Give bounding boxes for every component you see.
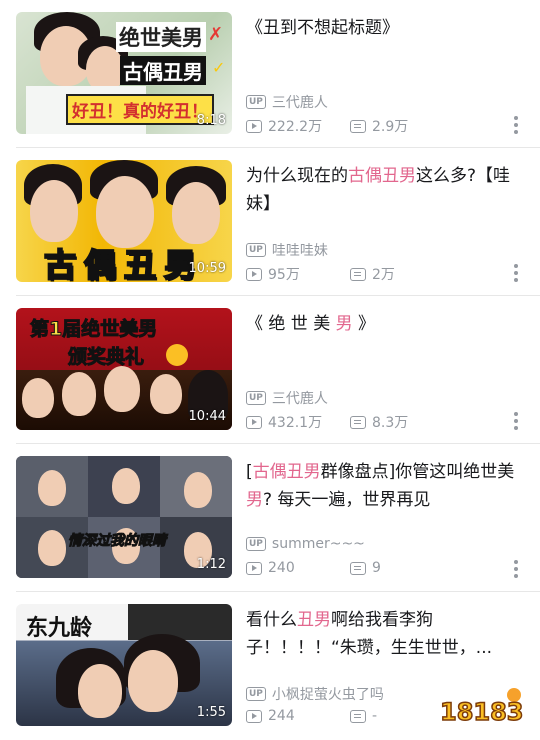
video-thumbnail[interactable]: 古偶丑男 10:59 [16, 160, 232, 282]
play-count-icon [246, 561, 262, 575]
title-text: ? 每天一遍，世界再见 [263, 490, 431, 510]
title-keyword-highlight: 丑男 [297, 610, 331, 630]
title-keyword-highlight: 古偶丑男 [348, 166, 416, 186]
uploader-name: 哇哇哇妹 [271, 243, 328, 259]
stats-row: 95万 2万 [246, 264, 454, 284]
play-count-icon [246, 267, 262, 281]
more-options-icon[interactable] [514, 412, 518, 430]
danmaku-count: 9 [372, 560, 381, 576]
video-thumbnail[interactable]: 第1届绝世美男 颁奖典礼 10:44 [16, 308, 232, 430]
uploader-name: 三代鹿人 [271, 391, 328, 407]
uploader-row[interactable]: UP 三代鹿人 [246, 92, 328, 112]
danmaku-count: 2万 [372, 267, 395, 283]
danmaku-count: 8.3万 [372, 415, 409, 431]
uploader-name: 小枫捉萤火虫了吗 [271, 687, 384, 703]
thumb-caption: 古偶丑男 [43, 245, 205, 282]
danmaku-icon [350, 415, 366, 429]
video-thumbnail[interactable]: 绝世美男 ✗ 古偶丑男 ✓ 好丑！真的好丑！ 8:18 [16, 12, 232, 134]
up-badge-icon: UP [246, 243, 266, 257]
video-card[interactable]: 第1届绝世美男 颁奖典礼 10:44 《 绝 世 美 男 》 UP 三代鹿人 4… [0, 296, 540, 444]
video-title[interactable]: 看什么丑男啊给我看李狗子！！！！“朱瓒，生生世世，... [246, 606, 516, 662]
title-text: 》 [352, 314, 376, 334]
title-keyword-highlight: 男 [246, 490, 263, 510]
up-badge-icon: UP [246, 95, 266, 109]
uploader-name: summer~~~ [271, 536, 365, 552]
view-count: 432.1万 [268, 415, 323, 431]
watermark-text: 18183 [440, 698, 524, 726]
title-text: 为什么现在的 [246, 166, 348, 186]
thumb-caption: 颁奖典礼 [67, 346, 145, 369]
thumb-caption: 第1届绝世美男 [29, 318, 158, 341]
thumb-caption: 情深过我的眼睛 [68, 533, 167, 550]
danmaku-icon [350, 267, 366, 281]
up-badge-icon: UP [246, 687, 266, 701]
danmaku-count: 2.9万 [372, 119, 409, 135]
more-options-icon[interactable] [514, 560, 518, 578]
video-duration: 10:44 [188, 409, 226, 424]
uploader-name: 三代鹿人 [271, 95, 328, 111]
title-text: 《丑到不想起标题》 [246, 18, 399, 38]
title-text: [ [246, 462, 253, 482]
video-title[interactable]: 《丑到不想起标题》 [246, 14, 516, 42]
stats-row: 240 9 [246, 560, 454, 576]
title-text: 《 绝 世 美 [246, 314, 336, 334]
stats-row: 244 - [246, 708, 454, 724]
view-count: 95万 [268, 267, 300, 283]
video-duration: 1:55 [196, 705, 226, 720]
video-thumbnail[interactable]: 东九龄 1:55 [16, 604, 232, 726]
more-options-icon[interactable] [514, 264, 518, 282]
video-title[interactable]: [古偶丑男群像盘点]你管这叫绝世美男? 每天一遍，世界再见 [246, 458, 516, 514]
play-count-icon [246, 415, 262, 429]
video-card[interactable]: 情深过我的眼睛 1:12 [古偶丑男群像盘点]你管这叫绝世美男? 每天一遍，世界… [0, 444, 540, 592]
title-keyword-highlight: 古偶丑男 [252, 462, 321, 482]
video-duration: 1:12 [196, 557, 226, 572]
view-count: 244 [268, 708, 295, 724]
thumb-caption: 东九龄 [26, 615, 93, 641]
play-count-icon [246, 119, 262, 133]
watermark-logo: 18183 [439, 688, 524, 726]
uploader-row[interactable]: UP 三代鹿人 [246, 388, 328, 408]
video-card[interactable]: 绝世美男 ✗ 古偶丑男 ✓ 好丑！真的好丑！ 8:18 《丑到不想起标题》 UP… [0, 0, 540, 148]
thumb-caption: 好丑！真的好丑！ [66, 94, 214, 125]
thumb-caption: 绝世美男 [116, 22, 206, 52]
title-keyword-highlight: 男 [335, 314, 353, 334]
uploader-row[interactable]: UP summer~~~ [246, 536, 365, 552]
view-count: 222.2万 [268, 119, 323, 135]
thumb-caption: 古偶丑男 [120, 56, 206, 85]
uploader-row[interactable]: UP 小枫捉萤火虫了吗 [246, 684, 384, 704]
title-text: 看什么 [246, 610, 297, 630]
view-count: 240 [268, 560, 295, 576]
up-badge-icon: UP [246, 537, 266, 551]
danmaku-count: - [372, 708, 378, 724]
video-list: 绝世美男 ✗ 古偶丑男 ✓ 好丑！真的好丑！ 8:18 《丑到不想起标题》 UP… [0, 0, 540, 740]
play-count-icon [246, 709, 262, 723]
more-options-icon[interactable] [514, 116, 518, 134]
stats-row: 222.2万 2.9万 [246, 116, 454, 136]
stats-row: 432.1万 8.3万 [246, 412, 454, 432]
video-title[interactable]: 为什么现在的古偶丑男这么多?【哇妹】 [246, 162, 516, 218]
video-title[interactable]: 《 绝 世 美 男 》 [246, 310, 516, 338]
title-text: 群像盘点]你管这叫绝世美 [320, 462, 515, 482]
danmaku-icon [350, 561, 366, 575]
video-duration: 8:18 [196, 113, 226, 128]
video-thumbnail[interactable]: 情深过我的眼睛 1:12 [16, 456, 232, 578]
video-duration: 10:59 [188, 261, 226, 276]
uploader-row[interactable]: UP 哇哇哇妹 [246, 240, 328, 260]
danmaku-icon [350, 709, 366, 723]
danmaku-icon [350, 119, 366, 133]
video-card[interactable]: 古偶丑男 10:59 为什么现在的古偶丑男这么多?【哇妹】 UP 哇哇哇妹 95… [0, 148, 540, 296]
up-badge-icon: UP [246, 391, 266, 405]
